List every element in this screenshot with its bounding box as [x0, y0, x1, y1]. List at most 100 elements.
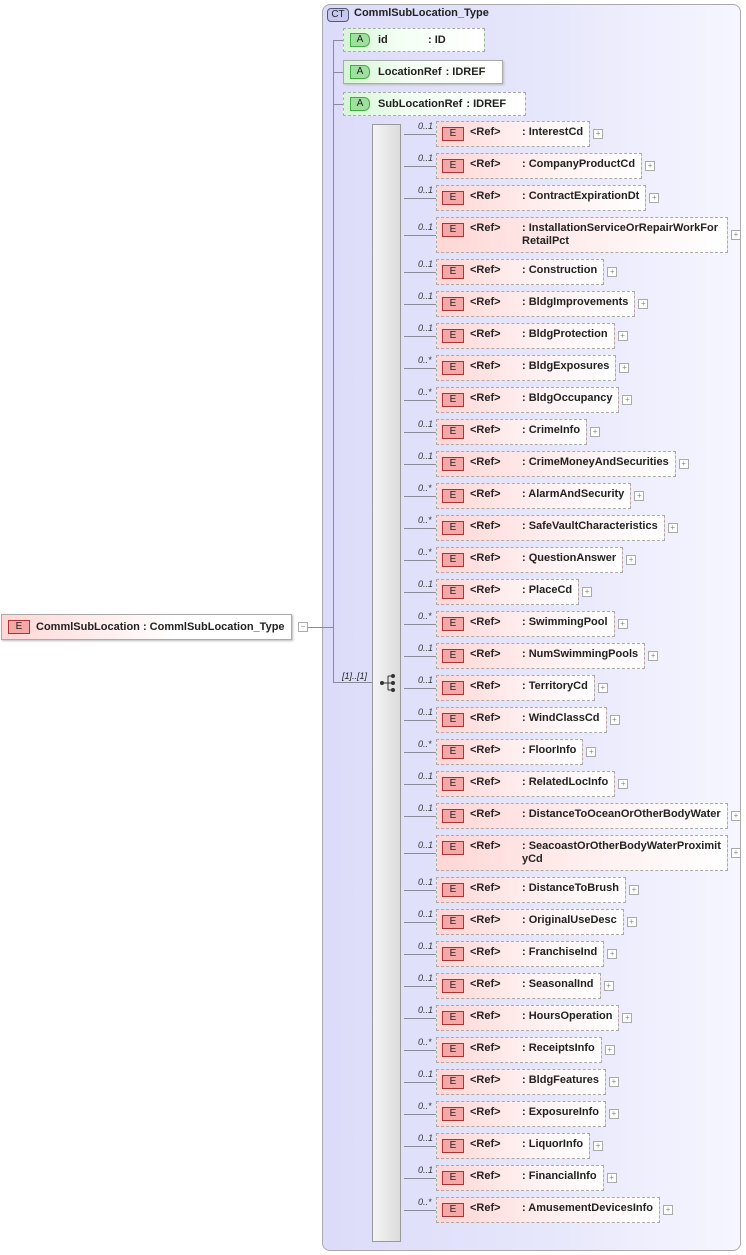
expand-icon[interactable]: +: [731, 230, 741, 240]
expand-icon[interactable]: +: [645, 161, 656, 171]
child-element[interactable]: E <Ref>: SeasonalInd: [436, 973, 601, 999]
child-element[interactable]: E <Ref>: FinancialInfo: [436, 1165, 604, 1191]
child-element[interactable]: E <Ref>: BldgOccupancy: [436, 387, 620, 413]
child-element[interactable]: E <Ref>: ContractExpirationDt: [436, 185, 647, 211]
expand-icon[interactable]: +: [667, 523, 678, 533]
expand-icon[interactable]: +: [619, 363, 630, 373]
child-element[interactable]: E <Ref>: BldgExposures: [436, 355, 617, 381]
collapse-toggle-icon[interactable]: −: [298, 622, 308, 632]
expand-icon[interactable]: +: [609, 1077, 620, 1087]
child-element[interactable]: E <Ref>: CompanyProductCd: [436, 153, 643, 179]
child-element[interactable]: E <Ref>: InterestCd: [436, 121, 591, 147]
expand-icon[interactable]: +: [622, 1013, 633, 1023]
child-element-row: 0..* E <Ref>: ExposureInfo +: [404, 1101, 741, 1127]
attribute-id[interactable]: A id : ID: [343, 28, 485, 52]
expand-icon[interactable]: +: [634, 491, 645, 501]
expand-icon[interactable]: +: [617, 331, 628, 341]
expand-icon[interactable]: +: [607, 267, 618, 277]
connector-line: 0..*: [404, 1197, 436, 1211]
child-element[interactable]: E <Ref>: QuestionAnswer: [436, 547, 624, 573]
element-type-name: : WindClassCd: [522, 712, 600, 724]
expand-icon[interactable]: +: [609, 715, 620, 725]
child-element-row: 0..1 E <Ref>: NumSwimmingPools +: [404, 643, 741, 669]
expand-icon[interactable]: +: [663, 1205, 674, 1215]
expand-icon[interactable]: +: [603, 981, 614, 991]
child-element[interactable]: E <Ref>: SafeVaultCharacteristics: [436, 515, 665, 541]
child-element[interactable]: E <Ref>: CrimeInfo: [436, 419, 588, 445]
child-element[interactable]: E <Ref>: Construction: [436, 259, 605, 285]
expand-icon[interactable]: +: [609, 1109, 620, 1119]
element-icon: E: [442, 585, 464, 599]
child-element[interactable]: E <Ref>: WindClassCd: [436, 707, 607, 733]
child-element[interactable]: E <Ref>: FloorInfo: [436, 739, 584, 765]
element-ref-label: <Ref>: [470, 456, 501, 468]
expand-icon[interactable]: +: [597, 683, 608, 693]
expand-icon[interactable]: +: [731, 811, 741, 821]
attribute-locationref[interactable]: A LocationRef : IDREF: [343, 60, 503, 84]
child-element-row: 0..1 E <Ref>: HoursOperation +: [404, 1005, 741, 1031]
child-element[interactable]: E <Ref>: BldgImprovements: [436, 291, 636, 317]
child-element[interactable]: E <Ref>: ExposureInfo: [436, 1101, 607, 1127]
attribute-sublocationref[interactable]: A SubLocationRef : IDREF: [343, 92, 526, 116]
child-element[interactable]: E <Ref>: NumSwimmingPools: [436, 643, 646, 669]
expand-icon[interactable]: +: [590, 427, 601, 437]
expand-icon[interactable]: +: [604, 1045, 615, 1055]
child-element[interactable]: E <Ref>: RelatedLocInfo: [436, 771, 616, 797]
multiplicity: 0..1: [418, 221, 434, 232]
child-element[interactable]: E <Ref>: OriginalUseDesc: [436, 909, 624, 935]
expand-icon[interactable]: +: [638, 299, 649, 309]
complex-type-title: CommlSubLocation_Type: [354, 7, 489, 19]
child-element[interactable]: E <Ref>: SeacoastOrOtherBodyWaterProximit…: [436, 835, 728, 871]
expand-icon[interactable]: +: [593, 1141, 604, 1151]
child-element-row: 0..1 E <Ref>: DistanceToBrush +: [404, 877, 741, 903]
child-element-row: 0..1 E <Ref>: PlaceCd +: [404, 579, 741, 605]
connector-line: 0..1: [404, 1005, 436, 1019]
multiplicity: 0..1: [418, 770, 434, 781]
expand-icon[interactable]: +: [606, 1173, 617, 1183]
expand-icon[interactable]: +: [678, 459, 689, 469]
expand-icon[interactable]: +: [626, 917, 637, 927]
element-ref-label: <Ref>: [470, 424, 501, 436]
child-element[interactable]: E <Ref>: AmusementDevicesInfo: [436, 1197, 661, 1223]
child-element[interactable]: E <Ref>: BldgProtection: [436, 323, 615, 349]
sequence-multiplicity: [1]..[1]: [342, 671, 368, 681]
child-element[interactable]: E <Ref>: LiquorInfo: [436, 1133, 591, 1159]
expand-icon[interactable]: +: [649, 193, 660, 203]
element-icon: E: [442, 457, 464, 471]
expand-icon[interactable]: +: [622, 395, 633, 405]
expand-icon[interactable]: +: [593, 129, 604, 139]
expand-icon[interactable]: +: [626, 555, 637, 565]
child-element[interactable]: E <Ref>: HoursOperation: [436, 1005, 620, 1031]
connector-line: [333, 40, 334, 683]
root-element[interactable]: E CommlSubLocation : CommlSubLocation_Ty…: [1, 614, 292, 640]
child-element[interactable]: E <Ref>: SwimmingPool: [436, 611, 615, 637]
multiplicity: 0..1: [418, 972, 434, 983]
child-element[interactable]: E <Ref>: InstallationServiceOrRepairWorkF…: [436, 217, 728, 253]
child-element[interactable]: E <Ref>: DistanceToOceanOrOtherBodyWater: [436, 803, 728, 829]
attribute-name: id: [378, 34, 388, 46]
element-type-name: : SeasonalInd: [522, 978, 594, 990]
child-element[interactable]: E <Ref>: AlarmAndSecurity: [436, 483, 632, 509]
element-type-name: : CompanyProductCd: [522, 158, 636, 170]
connector-line: 0..1: [404, 259, 436, 273]
element-icon: E: [442, 223, 464, 237]
expand-icon[interactable]: +: [582, 587, 593, 597]
expand-icon[interactable]: +: [586, 747, 597, 757]
child-element-row: 0..* E <Ref>: BldgExposures +: [404, 355, 741, 381]
expand-icon[interactable]: +: [648, 651, 659, 661]
child-element[interactable]: E <Ref>: TerritoryCd: [436, 675, 595, 701]
element-icon: E: [442, 393, 464, 407]
expand-icon[interactable]: +: [731, 848, 741, 858]
connector-line: 0..*: [404, 355, 436, 369]
child-element[interactable]: E <Ref>: BldgFeatures: [436, 1069, 607, 1095]
child-element[interactable]: E <Ref>: ReceiptsInfo: [436, 1037, 602, 1063]
expand-icon[interactable]: +: [617, 619, 628, 629]
child-element[interactable]: E <Ref>: FranchiseInd: [436, 941, 605, 967]
expand-icon[interactable]: +: [607, 949, 618, 959]
child-element[interactable]: E <Ref>: PlaceCd: [436, 579, 580, 605]
element-type-name: : PlaceCd: [522, 584, 573, 596]
expand-icon[interactable]: +: [618, 779, 629, 789]
expand-icon[interactable]: +: [628, 885, 639, 895]
child-element[interactable]: E <Ref>: CrimeMoneyAndSecurities: [436, 451, 676, 477]
child-element[interactable]: E <Ref>: DistanceToBrush: [436, 877, 626, 903]
